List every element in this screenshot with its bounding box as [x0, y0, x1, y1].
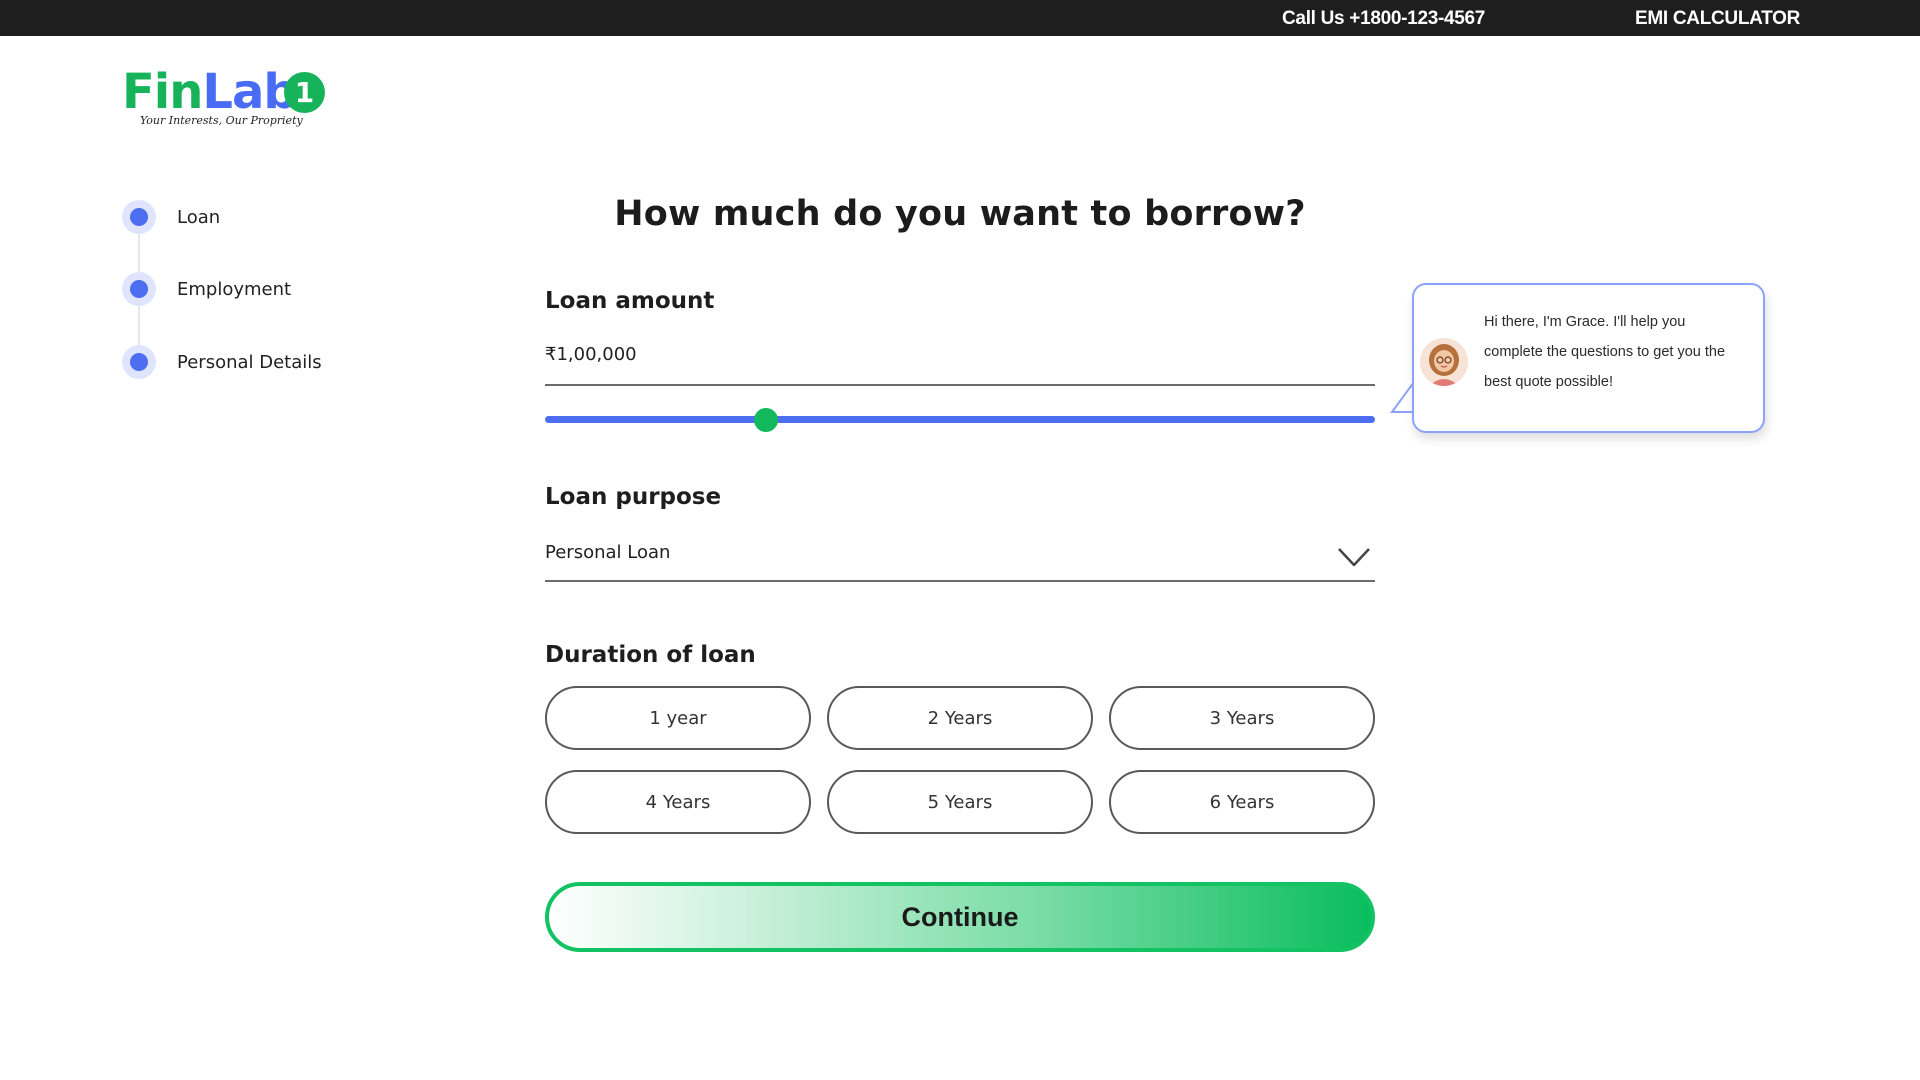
step-dot-icon — [122, 345, 156, 379]
step-loan: Loan — [122, 200, 422, 234]
chevron-down-icon — [1338, 548, 1370, 567]
logo-lab: Lab — [202, 64, 297, 120]
loan-amount-slider[interactable] — [545, 408, 1375, 432]
step-dot-icon — [122, 200, 156, 234]
duration-option-6-years[interactable]: 6 Years — [1109, 770, 1375, 834]
slider-thumb[interactable] — [753, 408, 778, 432]
loan-purpose-select[interactable]: Personal Loan — [545, 536, 1375, 582]
slider-track[interactable] — [545, 416, 1375, 423]
loan-amount-underline — [545, 384, 1375, 386]
duration-option-3-years[interactable]: 3 Years — [1109, 686, 1375, 750]
emi-calculator-link[interactable]: EMI CALCULATOR — [1635, 8, 1800, 30]
step-label: Employment — [177, 279, 292, 300]
loan-purpose-underline — [545, 580, 1375, 582]
duration-option-5-years[interactable]: 5 Years — [827, 770, 1093, 834]
logo-fin: Fin — [122, 64, 203, 120]
continue-button[interactable]: Continue — [545, 882, 1375, 952]
duration-option-2-years[interactable]: 2 Years — [827, 686, 1093, 750]
step-label: Personal Details — [177, 352, 322, 373]
avatar-illustration — [1420, 338, 1468, 386]
logo-badge: 1 — [284, 72, 325, 113]
call-us-text: Call Us +1800-123-4567 — [1282, 8, 1486, 29]
logo-tagline: Your Interests, Our Propriety — [140, 114, 303, 127]
agent-avatar — [1420, 338, 1468, 386]
duration-label: Duration of loan — [545, 642, 756, 668]
duration-option-4-years[interactable]: 4 Years — [545, 770, 811, 834]
loan-amount-label: Loan amount — [545, 288, 715, 314]
step-dot-icon — [122, 272, 156, 306]
finlab-logo[interactable]: FinLab 1 Your Interests, Our Propriety — [122, 66, 332, 136]
loan-amount-input[interactable]: ₹1,00,000 — [545, 344, 637, 365]
duration-options: 1 year 2 Years 3 Years 4 Years 5 Years 6… — [545, 686, 1375, 834]
duration-option-1-year[interactable]: 1 year — [545, 686, 811, 750]
page-title: How much do you want to borrow? — [614, 194, 1306, 234]
loan-purpose-value: Personal Loan — [545, 542, 671, 563]
step-label: Loan — [177, 207, 221, 228]
top-bar: Call Us +1800-123-4567 EMI CALCULATOR — [0, 0, 1920, 36]
assistant-message: Hi there, I'm Grace. I'll help you compl… — [1484, 314, 1726, 390]
loan-purpose-label: Loan purpose — [545, 484, 722, 510]
step-personal-details: Personal Details — [122, 345, 422, 379]
step-employment: Employment — [122, 272, 422, 306]
